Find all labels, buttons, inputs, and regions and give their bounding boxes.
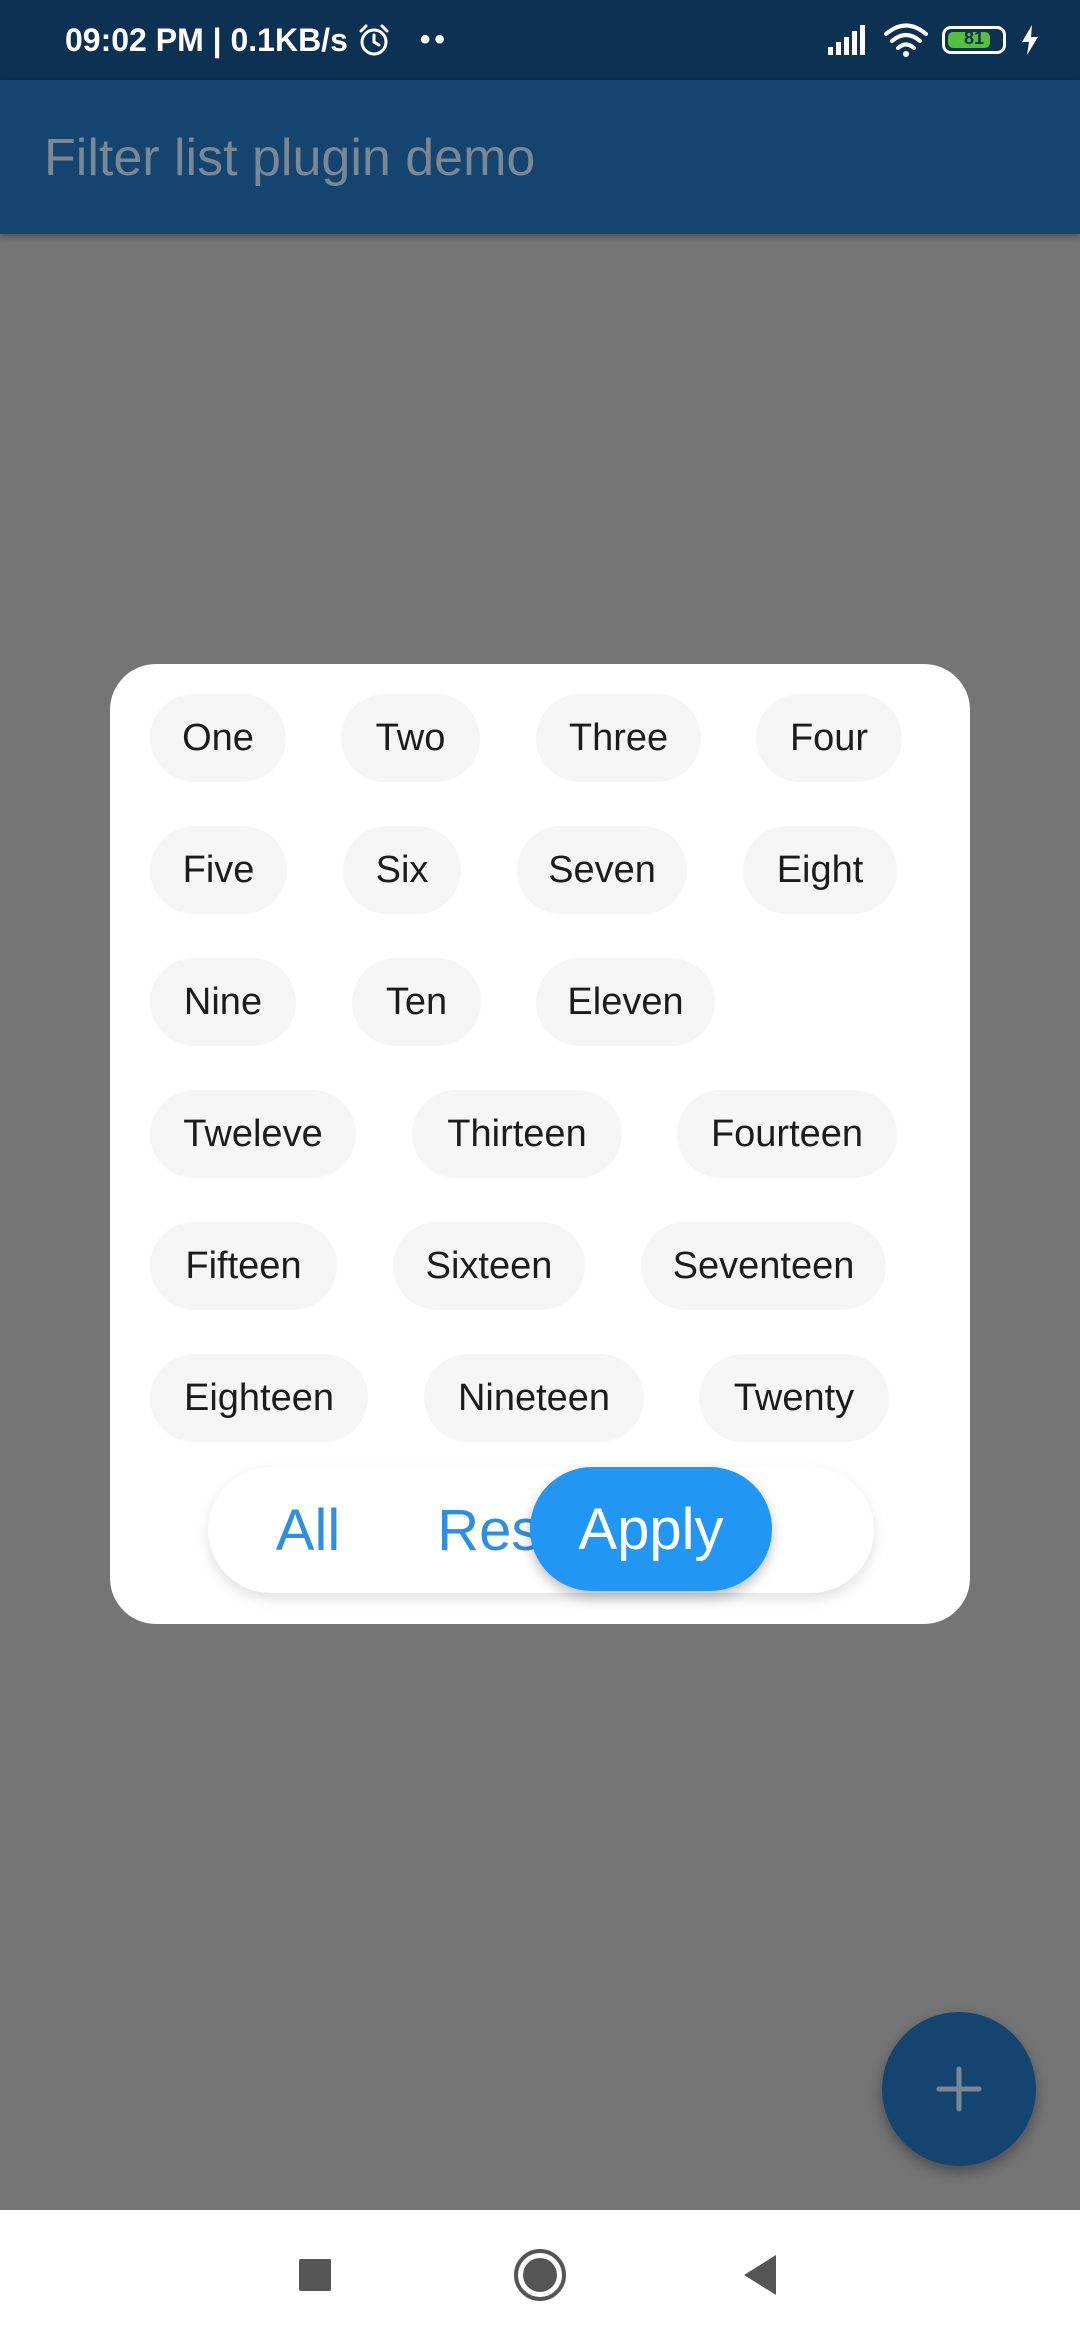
all-button[interactable]: All (228, 1467, 388, 1593)
back-button[interactable] (730, 2245, 790, 2305)
battery-icon: 81 (942, 26, 1006, 54)
back-triangle-icon (744, 2255, 776, 2295)
filter-chip[interactable]: Fourteen (677, 1090, 897, 1178)
recents-square-icon (299, 2259, 331, 2291)
filter-chip[interactable]: Eleven (536, 958, 715, 1046)
charging-bolt-icon (1022, 25, 1038, 55)
status-time-speed: 09:02 PM | 0.1KB/s (65, 21, 348, 58)
system-nav-bar (0, 2210, 1080, 2340)
status-left: 09:02 PM | 0.1KB/s •• (65, 18, 449, 62)
status-bar: 09:02 PM | 0.1KB/s •• 81 (0, 0, 1080, 80)
add-fab-button[interactable] (882, 2012, 1036, 2166)
app-title: Filter list plugin demo (44, 129, 536, 187)
recents-button[interactable] (285, 2245, 345, 2305)
plus-icon (936, 2066, 982, 2112)
filter-chip[interactable]: Eight (743, 826, 897, 914)
filter-chip[interactable]: Tweleve (150, 1090, 356, 1178)
filter-chip[interactable]: Fifteen (150, 1222, 337, 1310)
filter-chip[interactable]: Nine (150, 958, 296, 1046)
app-bar: Filter list plugin demo (0, 80, 1080, 234)
filter-chip[interactable]: Five (150, 826, 287, 914)
apply-button[interactable]: Apply (530, 1467, 772, 1591)
filter-chip[interactable]: Two (341, 694, 480, 782)
filter-chip[interactable]: Seventeen (641, 1222, 886, 1310)
filter-chip[interactable]: One (150, 694, 286, 782)
filter-chip[interactable]: Twenty (699, 1354, 889, 1442)
filter-chip[interactable]: Sixteen (393, 1222, 585, 1310)
status-right: 81 (828, 20, 1040, 60)
filter-chip[interactable]: Six (343, 826, 461, 914)
filter-chip[interactable]: Seven (517, 826, 687, 914)
notification-dots: •• (419, 23, 449, 56)
filter-chip[interactable]: Nineteen (424, 1354, 644, 1442)
filter-chip[interactable]: Thirteen (412, 1090, 622, 1178)
alarm-clock-icon (359, 24, 389, 56)
battery-level: 81 (963, 28, 985, 48)
home-circle-icon (514, 2249, 566, 2301)
wifi-icon (884, 23, 928, 57)
filter-chip[interactable]: Eighteen (150, 1354, 368, 1442)
filter-chip[interactable]: Ten (352, 958, 481, 1046)
filter-chip[interactable]: Four (756, 694, 902, 782)
signal-icon (828, 25, 865, 55)
filter-dialog: One Two Three Four Five Six Seven Eight … (110, 664, 970, 1624)
filter-chip[interactable]: Three (536, 694, 701, 782)
home-button[interactable] (510, 2245, 570, 2305)
